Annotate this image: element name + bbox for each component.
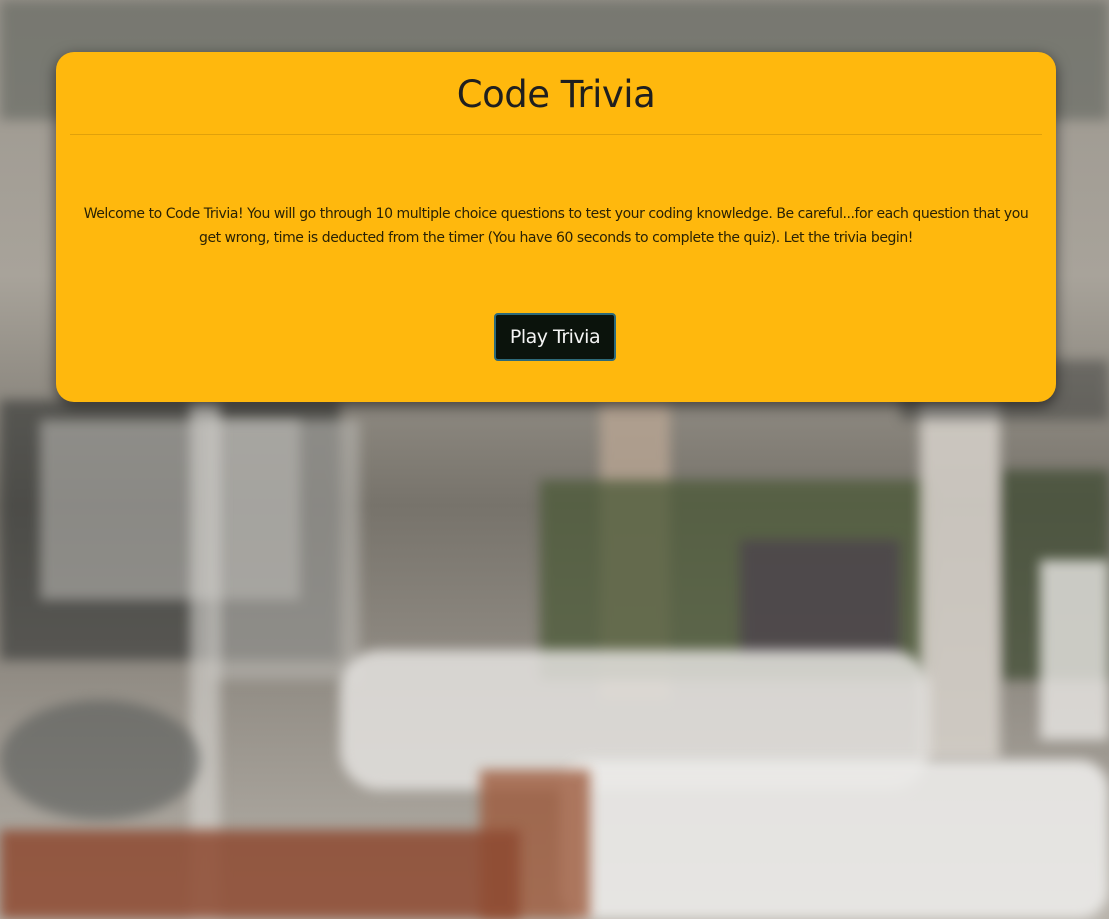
title-divider	[70, 134, 1042, 135]
page-title: Code Trivia	[456, 73, 656, 116]
play-trivia-button[interactable]: Play Trivia	[494, 313, 616, 361]
intro-text: Welcome to Code Trivia! You will go thro…	[83, 206, 1029, 246]
quiz-start-card: Code Trivia Welcome to Code Trivia! You …	[56, 52, 1056, 402]
